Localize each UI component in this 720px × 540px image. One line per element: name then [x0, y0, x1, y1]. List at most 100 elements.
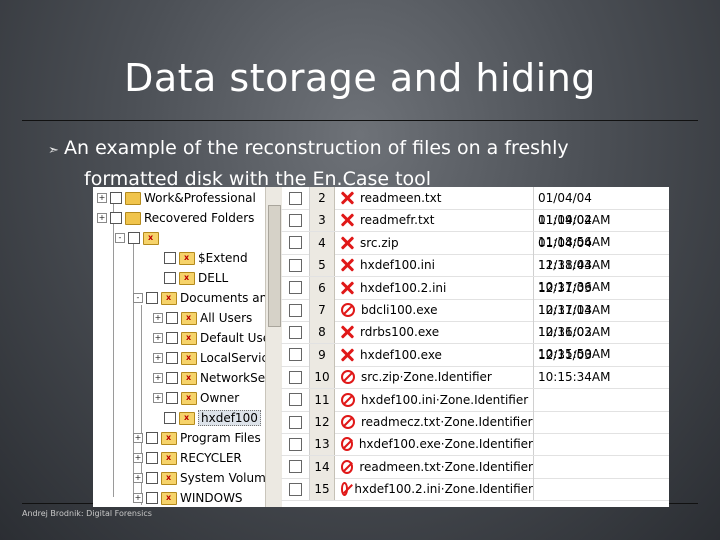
row-checkbox[interactable]	[288, 348, 302, 362]
table-row[interactable]: 10 src.zip·Zone.Identifier	[281, 366, 669, 390]
row-select-cell[interactable]	[281, 187, 310, 209]
file-name-cell[interactable]: hxdef100.2.ini·Zone.Identifier	[335, 478, 534, 501]
row-select-cell[interactable]	[281, 276, 310, 299]
file-name-cell[interactable]: readmeen.txt	[335, 187, 534, 209]
table-row[interactable]: 7 bdcli100.exe 12/31/03 10:16:02AM	[281, 299, 669, 339]
file-name-cell[interactable]: hxdef100.2.ini	[335, 276, 534, 299]
expand-icon[interactable]: +	[133, 453, 143, 463]
tree-checkbox[interactable]	[128, 232, 140, 244]
row-checkbox[interactable]	[288, 482, 302, 496]
tree-checkbox[interactable]	[164, 272, 176, 284]
file-name-cell[interactable]: src.zip	[335, 231, 534, 254]
tree-node[interactable]: + Recovered Folders	[97, 208, 254, 228]
row-checkbox[interactable]	[288, 236, 302, 250]
expand-icon[interactable]: +	[153, 333, 163, 343]
table-row[interactable]: 9 hxdef100.exe 12/31/03 10:15:34AM	[281, 343, 669, 384]
tree-checkbox[interactable]	[146, 452, 158, 464]
table-row[interactable]: 2 readmeen.txt 01/04/04 11:19:02AM	[281, 187, 669, 227]
tree-checkbox[interactable]	[166, 372, 178, 384]
row-checkbox[interactable]	[288, 370, 302, 384]
scrollbar-thumb[interactable]	[268, 205, 281, 327]
file-name-cell[interactable]: hxdef100.exe·Zone.Identifier	[335, 433, 534, 456]
tree-checkbox[interactable]	[166, 312, 178, 324]
file-name-cell[interactable]: hxdef100.ini·Zone.Identifier	[335, 388, 534, 411]
row-select-cell[interactable]	[281, 478, 310, 501]
tree-node[interactable]: + x System Volume	[133, 468, 273, 488]
tree-checkbox[interactable]	[146, 432, 158, 444]
row-select-cell[interactable]	[281, 388, 310, 411]
row-select-cell[interactable]	[281, 411, 310, 433]
tree-scrollbar[interactable]	[265, 187, 282, 507]
tree-checkbox[interactable]	[110, 192, 122, 204]
table-row[interactable]: 5 hxdef100.ini 12/31/03 10:17:36AM	[281, 254, 669, 294]
row-checkbox[interactable]	[288, 281, 302, 295]
expand-icon[interactable]: +	[97, 193, 107, 203]
table-row[interactable]: 11 hxdef100.ini·Zone.Identifier	[281, 388, 669, 412]
tree-node[interactable]: + x WINDOWS	[133, 488, 243, 507]
expand-icon[interactable]: +	[153, 373, 163, 383]
tree-checkbox[interactable]	[146, 292, 158, 304]
tree-checkbox[interactable]	[164, 252, 176, 264]
table-row[interactable]: 13 hxdef100.exe·Zone.Identifier	[281, 433, 669, 457]
tree-checkbox[interactable]	[166, 332, 178, 344]
tree-node[interactable]: + x NetworkSer	[153, 368, 270, 388]
expand-icon[interactable]: +	[97, 213, 107, 223]
tree-checkbox[interactable]	[166, 352, 178, 364]
expand-icon[interactable]: +	[133, 493, 143, 503]
row-checkbox[interactable]	[288, 191, 302, 205]
tree-node[interactable]: + x RECYCLER	[133, 448, 242, 468]
tree-node[interactable]: -x	[115, 228, 162, 248]
expand-icon[interactable]: +	[153, 313, 163, 323]
expand-icon[interactable]: +	[153, 393, 163, 403]
row-select-cell[interactable]	[281, 321, 310, 344]
file-name-cell[interactable]: hxdef100.exe	[335, 343, 534, 366]
tree-checkbox[interactable]	[164, 412, 176, 424]
table-row[interactable]: 4 src.zip 01/04/04 11:18:44AM	[281, 231, 669, 272]
file-name-cell[interactable]: hxdef100.ini	[335, 254, 534, 277]
row-select-cell[interactable]	[281, 209, 310, 232]
row-checkbox[interactable]	[288, 393, 302, 407]
tree-node[interactable]: x hxdef100	[153, 408, 261, 428]
tree-node[interactable]: + x Program Files	[133, 428, 261, 448]
tree-checkbox[interactable]	[146, 472, 158, 484]
file-name-cell[interactable]: readmeen.txt·Zone.Identifier	[335, 455, 534, 478]
row-select-cell[interactable]	[281, 455, 310, 478]
tree-checkbox[interactable]	[110, 212, 122, 224]
expand-icon[interactable]: +	[153, 353, 163, 363]
tree-node[interactable]: x $Extend	[153, 248, 248, 268]
row-checkbox[interactable]	[288, 213, 302, 227]
row-checkbox[interactable]	[288, 437, 302, 451]
row-select-cell[interactable]	[281, 366, 310, 389]
tree-node[interactable]: - x Documents and	[133, 288, 275, 308]
row-checkbox[interactable]	[288, 325, 302, 339]
tree-node[interactable]: + x LocalService	[153, 348, 275, 368]
tree-node[interactable]: + x Default Use	[153, 328, 270, 348]
row-select-cell[interactable]	[281, 231, 310, 254]
row-checkbox[interactable]	[288, 460, 302, 474]
row-checkbox[interactable]	[288, 415, 302, 429]
collapse-icon[interactable]: -	[115, 233, 125, 243]
expand-icon[interactable]: +	[133, 433, 143, 443]
table-row[interactable]: 3 readmefr.txt 01/04/04 11:18:56AM	[281, 209, 669, 249]
row-select-cell[interactable]	[281, 254, 310, 277]
row-select-cell[interactable]	[281, 343, 310, 366]
tree-node[interactable]: + Work&Professional	[97, 188, 256, 208]
file-name-cell[interactable]: readmecz.txt·Zone.Identifier	[335, 411, 534, 433]
table-row[interactable]: 8 rdrbs100.exe 12/31/03 10:15:50AM	[281, 321, 669, 361]
tree-node[interactable]: x DELL	[153, 268, 228, 288]
row-checkbox[interactable]	[288, 258, 302, 272]
tree-checkbox[interactable]	[166, 392, 178, 404]
tree-node[interactable]: + x Owner	[153, 388, 239, 408]
file-name-cell[interactable]: src.zip·Zone.Identifier	[335, 366, 534, 389]
table-row[interactable]: 14 readmeen.txt·Zone.Identifier	[281, 455, 669, 479]
row-select-cell[interactable]	[281, 433, 310, 456]
table-row[interactable]: 6 hxdef100.2.ini 12/31/03 10:17:14AM	[281, 276, 669, 317]
expand-icon[interactable]: +	[133, 473, 143, 483]
tree-node[interactable]: + x All Users	[153, 308, 252, 328]
file-name-cell[interactable]: bdcli100.exe	[335, 299, 534, 321]
row-select-cell[interactable]	[281, 299, 310, 321]
table-row[interactable]: 15 hxdef100.2.ini·Zone.Identifier	[281, 478, 669, 502]
file-name-cell[interactable]: rdrbs100.exe	[335, 321, 534, 344]
collapse-icon[interactable]: -	[133, 293, 143, 303]
row-checkbox[interactable]	[288, 303, 302, 317]
